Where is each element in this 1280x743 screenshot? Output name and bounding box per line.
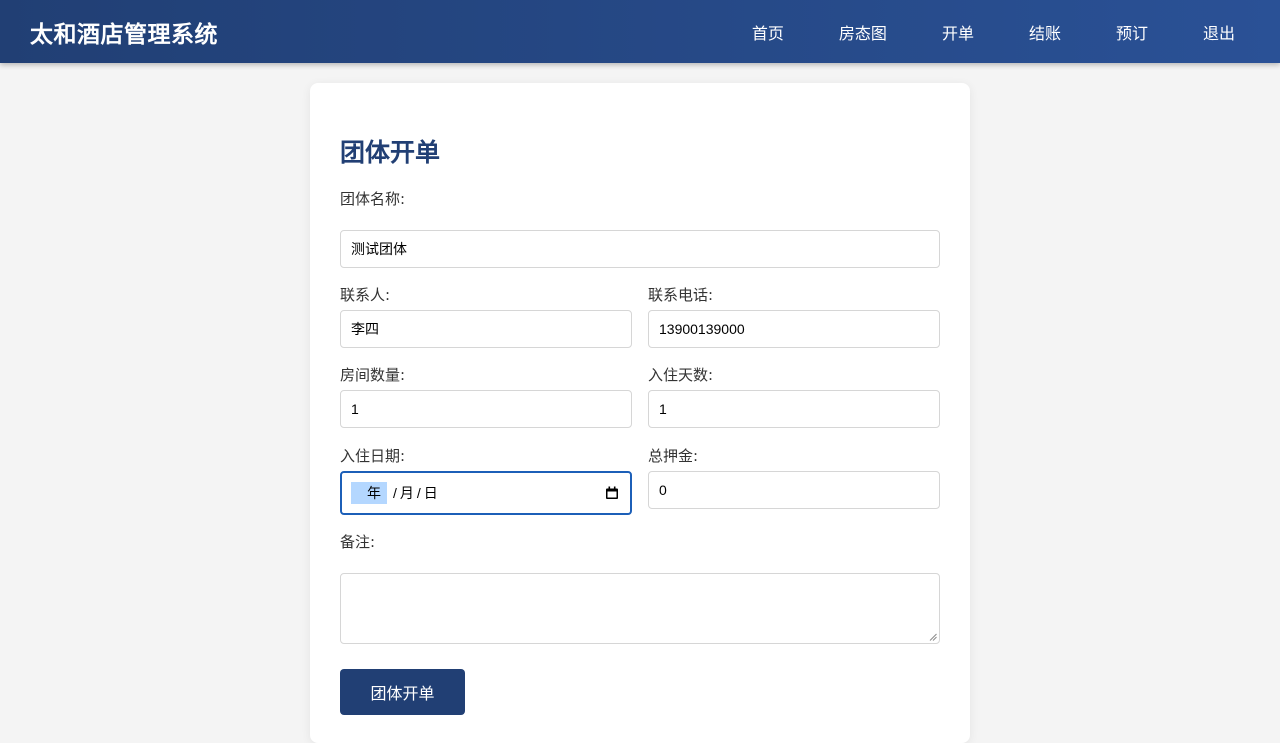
contact-label: 联系人: <box>340 286 391 304</box>
date-separator: / <box>416 485 421 501</box>
stay-days-input[interactable]: 1 <box>648 390 940 428</box>
room-count-input[interactable]: 1 <box>340 390 632 428</box>
date-separator: / <box>393 485 397 501</box>
deposit-value: 0 <box>659 482 667 498</box>
group-order-form: 团体开单 团体名称: 测试团体 联系人: 李四 联系电话: 1390013900… <box>310 83 970 743</box>
checkin-date-input[interactable]: 年 / 月 / 日 <box>340 471 632 515</box>
nav-item-checkout[interactable]: 结账 <box>1029 20 1061 44</box>
main-nav: 首页 房态图 开单 结账 预订 退出 <box>752 20 1235 44</box>
phone-label: 联系电话: <box>648 286 714 304</box>
group-name-label: 团体名称: <box>340 190 406 208</box>
page-title: 团体开单 <box>340 138 441 167</box>
nav-item-logout[interactable]: 退出 <box>1203 20 1235 44</box>
calendar-icon[interactable] <box>605 486 619 500</box>
checkin-date-label: 入住日期: <box>340 447 406 465</box>
deposit-label: 总押金: <box>648 447 699 465</box>
app-title: 太和酒店管理系统 <box>30 21 218 48</box>
deposit-input[interactable]: 0 <box>648 471 940 509</box>
stay-days-value: 1 <box>659 401 667 417</box>
phone-value: 13900139000 <box>659 321 745 337</box>
phone-input[interactable]: 13900139000 <box>648 310 940 348</box>
group-name-value: 测试团体 <box>351 241 407 257</box>
contact-input[interactable]: 李四 <box>340 310 632 348</box>
group-open-submit-button[interactable]: 团体开单 <box>340 669 465 715</box>
notes-textarea[interactable] <box>340 573 940 644</box>
stay-days-label: 入住天数: <box>648 366 714 384</box>
resize-grip-icon[interactable] <box>929 633 937 641</box>
room-count-label: 房间数量: <box>340 366 406 384</box>
top-navbar: 太和酒店管理系统 首页 房态图 开单 结账 预订 退出 <box>0 0 1280 63</box>
room-count-value: 1 <box>351 401 359 417</box>
date-day-segment[interactable]: 日 <box>424 483 438 503</box>
nav-item-reservation[interactable]: 预订 <box>1116 20 1148 44</box>
date-month-segment[interactable]: 月 <box>400 483 414 503</box>
date-year-segment[interactable]: 年 <box>351 482 387 504</box>
nav-item-open-order[interactable]: 开单 <box>942 20 974 44</box>
nav-item-home[interactable]: 首页 <box>752 20 784 44</box>
notes-label: 备注: <box>340 533 376 551</box>
nav-item-room-status[interactable]: 房态图 <box>839 20 887 44</box>
contact-value: 李四 <box>351 321 379 337</box>
group-name-input[interactable]: 测试团体 <box>340 230 940 268</box>
